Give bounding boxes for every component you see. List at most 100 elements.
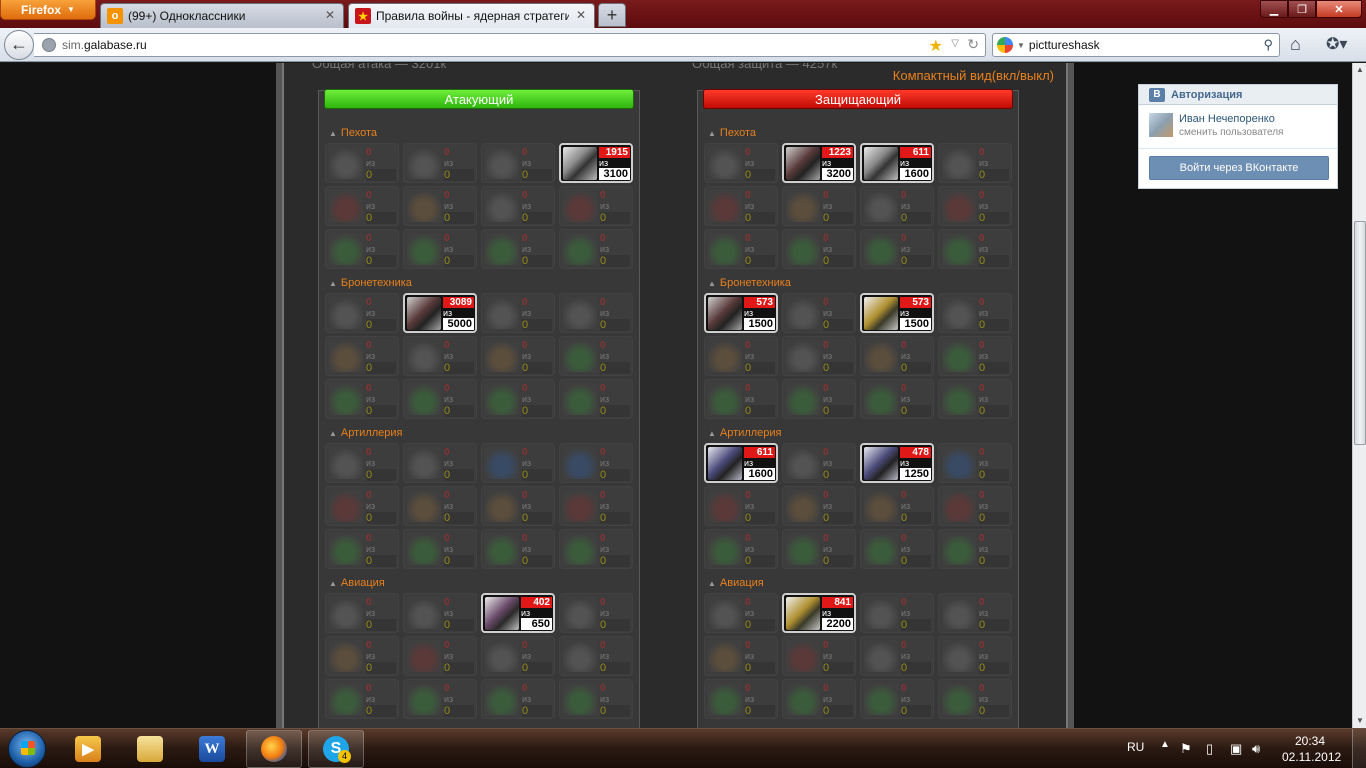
unit-slot[interactable]: 0 из 0 <box>704 636 778 676</box>
unit-max[interactable]: 0 <box>366 619 396 631</box>
unit-max[interactable]: 0 <box>901 662 931 674</box>
unit-max[interactable]: 0 <box>366 512 396 524</box>
unit-max[interactable]: 0 <box>979 405 1009 417</box>
unit-slot[interactable]: 0 из 0 <box>704 529 778 569</box>
unit-slot[interactable]: 0 из 0 <box>325 529 399 569</box>
unit-max[interactable]: 0 <box>444 662 474 674</box>
unit-slot[interactable]: 0 из 0 <box>559 593 633 633</box>
back-button[interactable]: ← <box>4 30 34 60</box>
unit-slot[interactable]: 0 из 0 <box>704 486 778 526</box>
unit-slot[interactable]: 0 из 0 <box>938 593 1012 633</box>
unit-max[interactable]: 0 <box>823 662 853 674</box>
history-dropdown-icon[interactable]: ▽ <box>951 38 959 49</box>
unit-max[interactable]: 0 <box>522 469 552 481</box>
close-window-button[interactable]: ✕ <box>1316 0 1362 18</box>
unit-max[interactable]: 0 <box>600 319 630 331</box>
unit-slot[interactable]: 0 из 0 <box>325 186 399 226</box>
address-bar[interactable]: sim.galabase.ru ★ ▽ ↻ <box>34 33 986 57</box>
unit-slot[interactable]: 0 из 0 <box>325 143 399 183</box>
unit-slot[interactable]: 0 из 0 <box>860 336 934 376</box>
home-icon[interactable]: ⌂ <box>1290 34 1301 55</box>
unit-max[interactable]: 0 <box>745 555 775 567</box>
tab-odnoklassniki[interactable]: о (99+) Одноклассники ✕ <box>100 3 344 28</box>
unit-slot[interactable]: 0 из 0 <box>403 229 477 269</box>
unit-max[interactable]: 0 <box>901 405 931 417</box>
close-tab-icon[interactable]: ✕ <box>574 9 588 23</box>
unit-max[interactable]: 0 <box>745 705 775 717</box>
unit-slot[interactable]: 0 из 0 <box>481 229 555 269</box>
unit-max[interactable]: 0 <box>522 555 552 567</box>
search-icon[interactable]: ⚲ <box>1263 37 1273 53</box>
vk-user-name[interactable]: Иван Нечепоренко <box>1179 113 1283 126</box>
category-aviation[interactable]: ▲ Авиация <box>329 577 385 589</box>
unit-slot[interactable]: 0 из 0 <box>860 486 934 526</box>
unit-max[interactable]: 1600 <box>744 468 775 480</box>
firefox-menu-button[interactable]: Firefox ▼ <box>0 0 96 20</box>
unit-slot[interactable]: 0 из 0 <box>559 443 633 483</box>
unit-max[interactable]: 0 <box>366 555 396 567</box>
site-identity-icon[interactable] <box>42 38 56 52</box>
unit-max[interactable]: 0 <box>745 169 775 181</box>
unit-slot[interactable]: 0 из 0 <box>325 679 399 719</box>
unit-max[interactable]: 0 <box>444 705 474 717</box>
unit-max[interactable]: 0 <box>522 212 552 224</box>
unit-max[interactable]: 1600 <box>900 168 931 180</box>
unit-slot[interactable]: 0 из 0 <box>325 443 399 483</box>
vk-login-button[interactable]: Войти через ВКонтакте <box>1149 156 1329 180</box>
category-armor[interactable]: ▲ Бронетехника <box>708 277 791 289</box>
search-bar[interactable]: ▼ picttureshask ⚲ <box>992 33 1280 57</box>
unit-slot[interactable]: 0 из 0 <box>782 293 856 333</box>
taskbar-media-player[interactable]: ▶ <box>60 730 116 768</box>
unit-slot[interactable]: 0 из 0 <box>559 229 633 269</box>
network-icon[interactable]: ▣ <box>1230 741 1242 757</box>
unit-max[interactable]: 0 <box>823 705 853 717</box>
unit-slot[interactable]: 0 из 0 <box>559 379 633 419</box>
unit-max[interactable]: 0 <box>823 319 853 331</box>
maximize-window-button[interactable]: ❐ <box>1288 0 1316 18</box>
unit-slot[interactable]: 841 из 2200 <box>782 593 856 633</box>
category-aviation[interactable]: ▲ Авиация <box>708 577 764 589</box>
clock-date[interactable]: 02.11.2012 <box>1282 750 1341 764</box>
unit-max[interactable]: 0 <box>366 255 396 267</box>
unit-slot[interactable]: 0 из 0 <box>782 443 856 483</box>
unit-max[interactable]: 0 <box>979 512 1009 524</box>
unit-slot[interactable]: 0 из 0 <box>403 679 477 719</box>
unit-slot[interactable]: 3089 из 5000 <box>403 293 477 333</box>
unit-slot[interactable]: 0 из 0 <box>481 186 555 226</box>
unit-max[interactable]: 0 <box>901 705 931 717</box>
unit-slot[interactable]: 0 из 0 <box>704 679 778 719</box>
unit-max[interactable]: 0 <box>979 705 1009 717</box>
unit-slot[interactable]: 0 из 0 <box>782 529 856 569</box>
unit-slot[interactable]: 0 из 0 <box>325 593 399 633</box>
unit-max[interactable]: 0 <box>522 512 552 524</box>
show-hidden-icons-icon[interactable]: ▲ <box>1160 739 1170 750</box>
unit-slot[interactable]: 0 из 0 <box>860 593 934 633</box>
unit-slot[interactable]: 0 из 0 <box>938 529 1012 569</box>
start-button[interactable] <box>8 730 46 768</box>
unit-slot[interactable]: 0 из 0 <box>938 379 1012 419</box>
bookmark-star-icon[interactable]: ★ <box>929 36 943 56</box>
unit-slot[interactable]: 0 из 0 <box>938 293 1012 333</box>
unit-max[interactable]: 0 <box>979 469 1009 481</box>
unit-slot[interactable]: 0 из 0 <box>325 229 399 269</box>
unit-max[interactable]: 0 <box>522 319 552 331</box>
unit-max[interactable]: 0 <box>444 212 474 224</box>
unit-slot[interactable]: 0 из 0 <box>938 186 1012 226</box>
unit-slot[interactable]: 0 из 0 <box>325 379 399 419</box>
unit-slot[interactable]: 0 из 0 <box>938 486 1012 526</box>
taskbar-skype[interactable]: S4 <box>308 730 364 768</box>
unit-slot[interactable]: 0 из 0 <box>403 336 477 376</box>
tab-rules-of-war[interactable]: ★ Правила войны - ядерная стратегия... ✕ <box>348 3 595 28</box>
category-infantry[interactable]: ▲ Пехота <box>329 127 377 139</box>
unit-slot[interactable]: 0 из 0 <box>481 143 555 183</box>
action-center-flag-icon[interactable]: ⚑ <box>1180 741 1192 757</box>
unit-max[interactable]: 0 <box>444 362 474 374</box>
unit-max[interactable]: 0 <box>366 212 396 224</box>
unit-slot[interactable]: 478 из 1250 <box>860 443 934 483</box>
unit-max[interactable]: 0 <box>979 169 1009 181</box>
unit-slot[interactable]: 0 из 0 <box>704 379 778 419</box>
unit-slot[interactable]: 0 из 0 <box>403 143 477 183</box>
unit-slot[interactable]: 0 из 0 <box>403 593 477 633</box>
unit-slot[interactable]: 0 из 0 <box>938 143 1012 183</box>
unit-max[interactable]: 0 <box>823 512 853 524</box>
